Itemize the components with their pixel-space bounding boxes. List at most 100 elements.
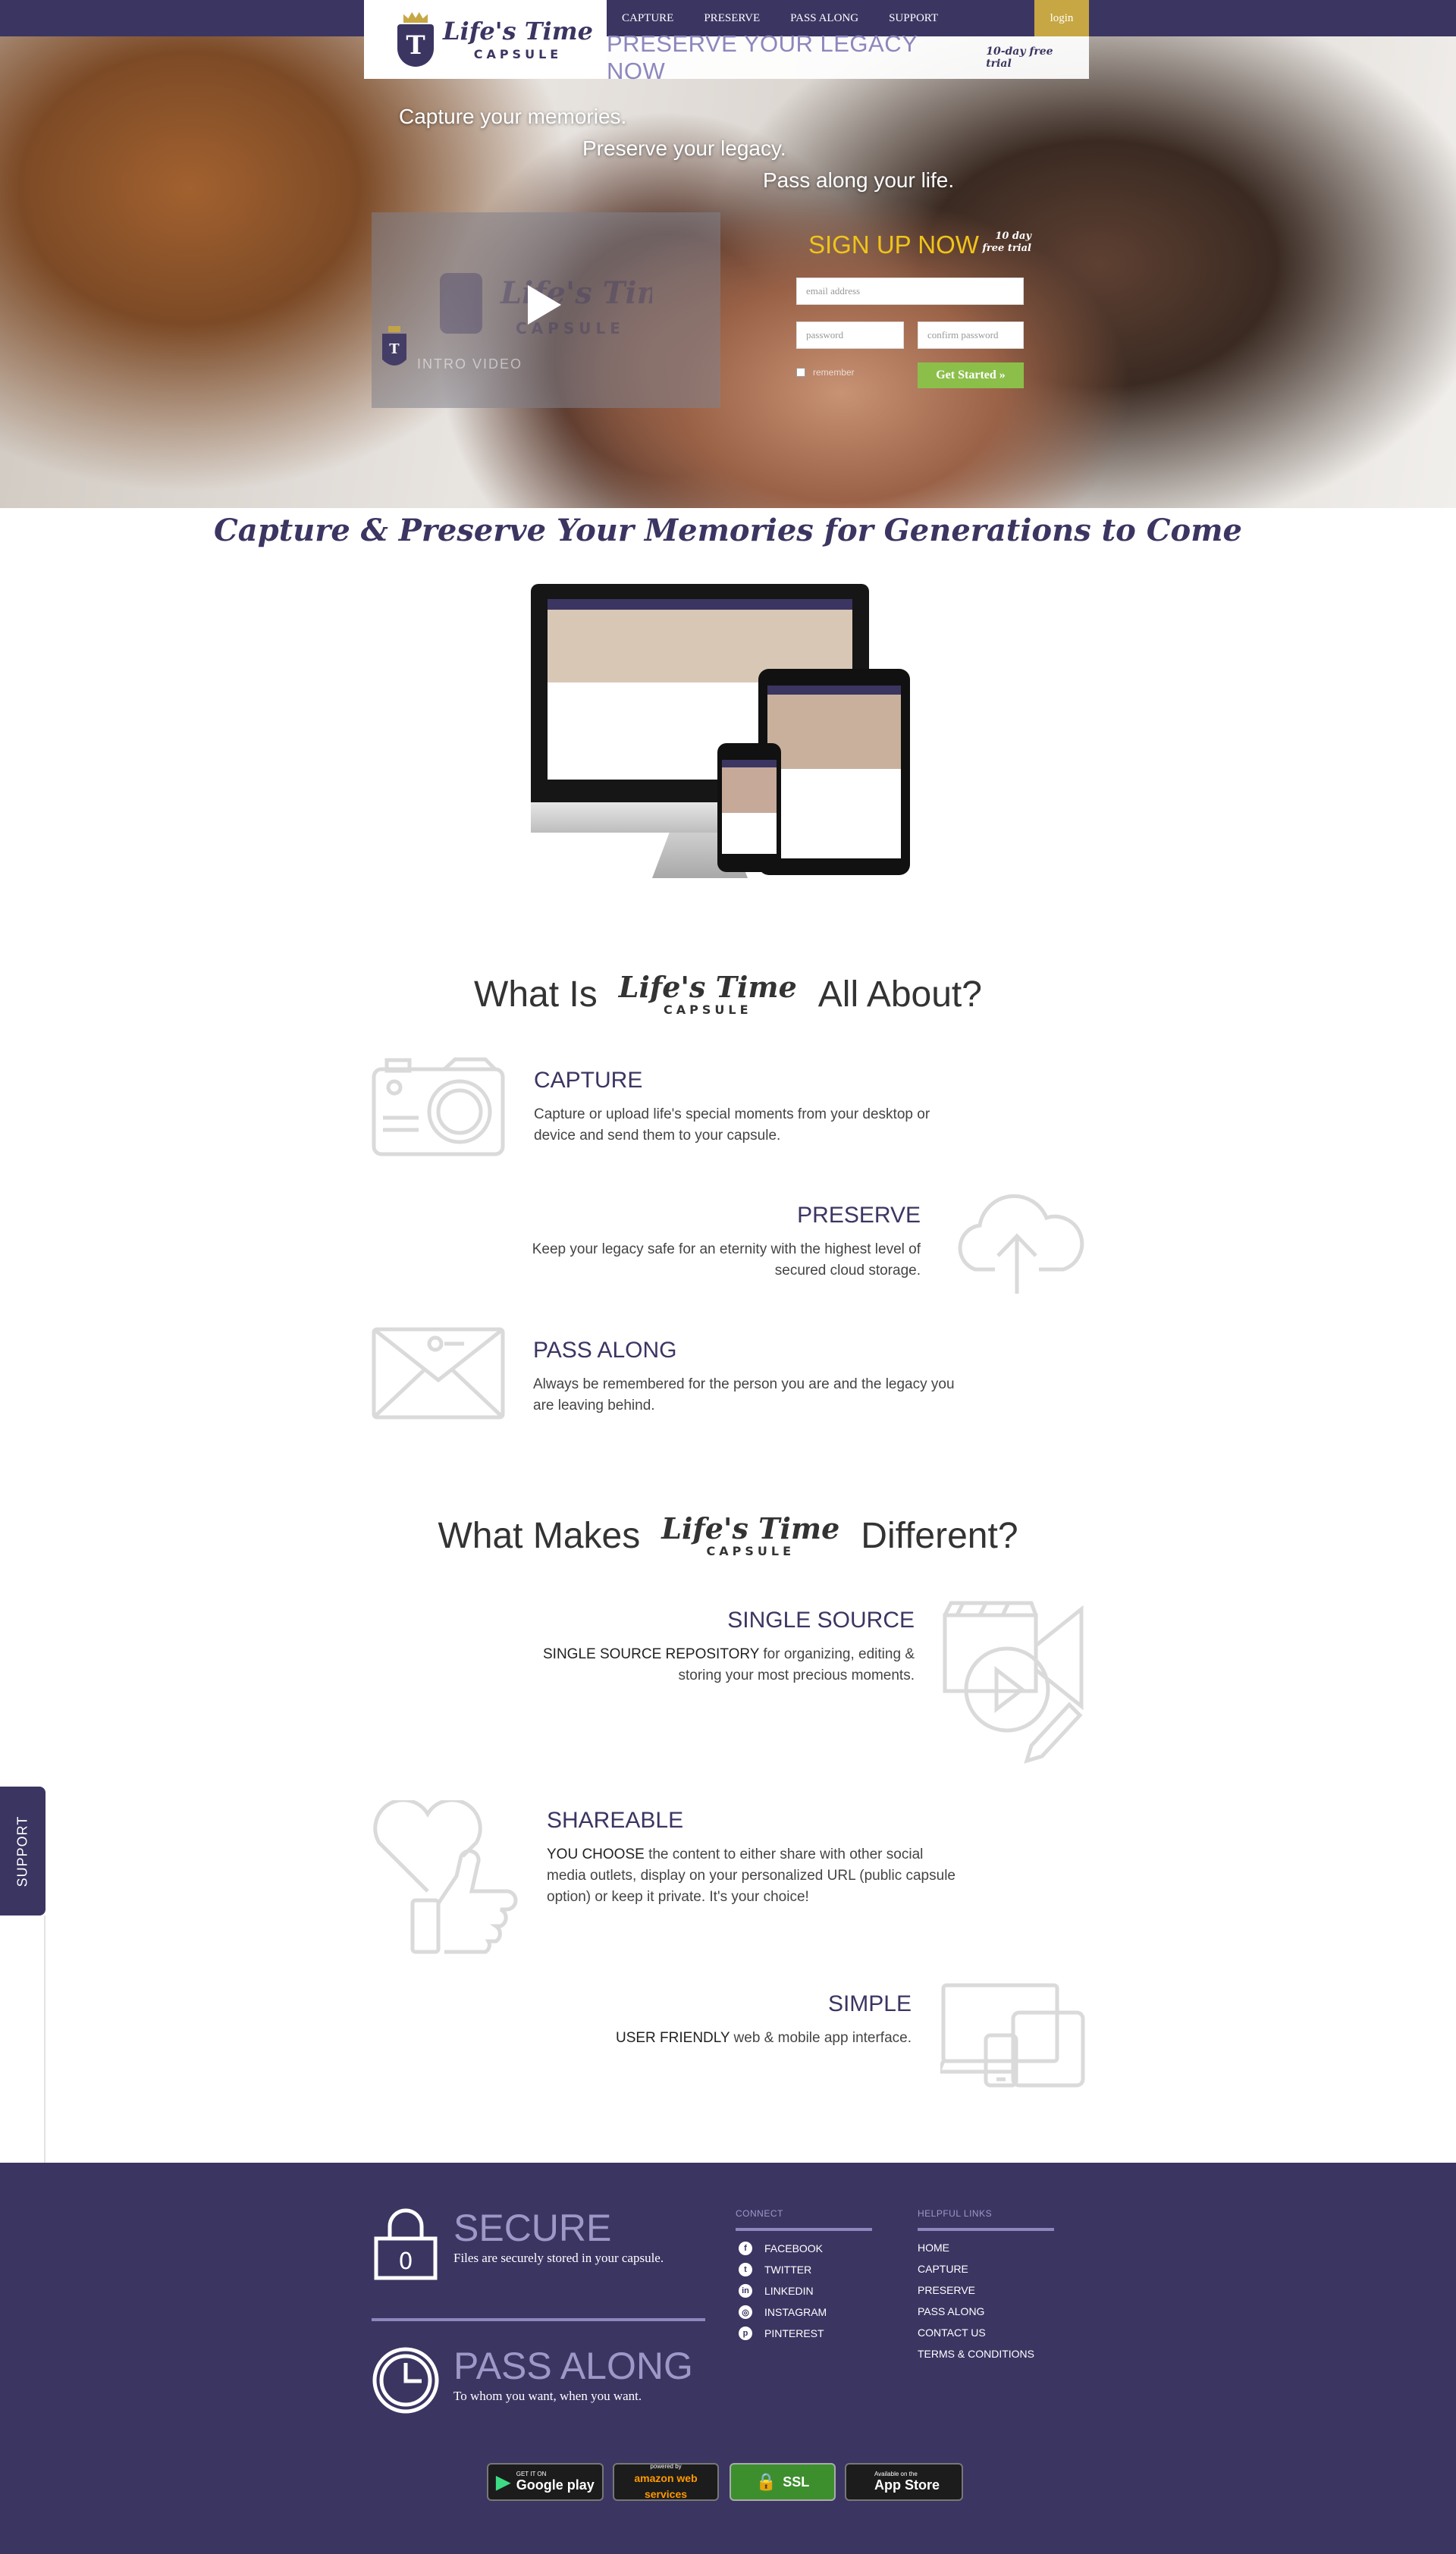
- single-source-text: SINGLE SOURCE REPOSITORY for organizing,…: [543, 1646, 915, 1683]
- instagram-link[interactable]: ◎ INSTAGRAM: [739, 2305, 827, 2319]
- feature-capture: CAPTURE Capture or upload life's special…: [534, 1068, 959, 1147]
- footer-link-capture[interactable]: CAPTURE: [918, 2263, 968, 2275]
- secure-title: SECURE: [453, 2207, 612, 2249]
- pass-along-text: Always be remembered for the person you …: [533, 1376, 955, 1413]
- google-play-badge[interactable]: ▶ GET IT ON Google play: [487, 2463, 604, 2501]
- devices-mockup-image: [523, 576, 933, 895]
- brand-logo[interactable]: T Life's Time CAPSULE: [364, 0, 607, 79]
- twitter-link[interactable]: t TWITTER: [739, 2263, 811, 2276]
- footer-divider: [372, 2318, 705, 2321]
- signup-trial-note: 10 day free trial: [982, 231, 1031, 254]
- pass-title: PASS ALONG: [453, 2345, 693, 2387]
- password-field[interactable]: password: [796, 322, 904, 349]
- page-headline: Capture & Preserve Your Memories for Gen…: [213, 513, 1243, 548]
- clock-icon: [372, 2347, 439, 2414]
- hero-family-photo: Capture your memories. Preserve your leg…: [0, 36, 1456, 508]
- play-icon[interactable]: [528, 285, 561, 325]
- capture-title: CAPTURE: [534, 1068, 643, 1093]
- cloud-upload-icon: [958, 1194, 1084, 1294]
- remember-checkbox[interactable]: remember: [796, 367, 855, 378]
- ssl-lock-icon: 🔒: [755, 2472, 777, 2491]
- footer-link-contact-us[interactable]: CONTACT US: [918, 2327, 986, 2339]
- footer-secure-block: 0 SECURE Files are securely stored in yo…: [372, 2208, 664, 2281]
- capture-text: Capture or upload life's special moments…: [534, 1106, 930, 1144]
- shareable-text: YOU CHOOSE the content to either share w…: [547, 1846, 956, 1905]
- shield-crown-icon: T: [397, 12, 434, 67]
- feature-single-source: SINGLE SOURCE SINGLE SOURCE REPOSITORY f…: [497, 1608, 915, 1686]
- footer-link-preserve[interactable]: PRESERVE: [918, 2284, 975, 2296]
- footer-pass-block: PASS ALONG To whom you want, when you wa…: [372, 2346, 693, 2414]
- secure-text: Files are securely stored in your capsul…: [453, 2251, 664, 2265]
- feature-simple: SIMPLE USER FRIENDLY web & mobile app in…: [497, 1991, 912, 2049]
- confirm-password-field[interactable]: confirm password: [918, 322, 1024, 349]
- login-button[interactable]: login: [1034, 0, 1089, 36]
- heart-thumbs-up-icon: [373, 1800, 518, 1954]
- legacy-trial-note: 10-day free trial: [986, 45, 1053, 70]
- brand-script-text: Life's Time: [443, 16, 593, 45]
- signup-form: SIGN UP NOW 10 day free trial email addr…: [789, 231, 1031, 388]
- connect-title: CONNECT: [736, 2208, 783, 2219]
- svg-text:0: 0: [398, 2248, 413, 2275]
- facebook-link[interactable]: f FACEBOOK: [739, 2242, 823, 2255]
- footer-link-terms[interactable]: TERMS & CONDITIONS: [918, 2348, 1034, 2360]
- camera-icon: [372, 1057, 505, 1156]
- instagram-icon: ◎: [739, 2305, 752, 2319]
- linkedin-icon: in: [739, 2284, 752, 2298]
- svg-text:T: T: [389, 341, 400, 357]
- single-source-title: SINGLE SOURCE: [727, 1608, 915, 1633]
- feature-shareable: SHAREABLE YOU CHOOSE the content to eith…: [547, 1808, 961, 1908]
- pass-text: To whom you want, when you want.: [453, 2389, 642, 2403]
- footer-link-home[interactable]: HOME: [918, 2242, 949, 2254]
- pass-along-title: PASS ALONG: [533, 1338, 677, 1363]
- nav-support[interactable]: SUPPORT: [889, 12, 938, 25]
- preserve-title: PRESERVE: [797, 1203, 921, 1228]
- signup-title: SIGN UP NOW: [808, 231, 979, 259]
- footer: 0 SECURE Files are securely stored in yo…: [0, 2163, 1456, 2554]
- remember-label: remember: [813, 367, 855, 378]
- devices-icon: [940, 1983, 1085, 2088]
- twitter-icon: t: [739, 2263, 752, 2276]
- email-field[interactable]: email address: [796, 278, 1024, 305]
- nav-pass-along[interactable]: PASS ALONG: [790, 12, 858, 25]
- feature-preserve: PRESERVE Keep your legacy safe for an et…: [497, 1203, 921, 1282]
- different-heading: What Makes Life's Time CAPSULE Different…: [438, 1511, 1018, 1559]
- nav-preserve[interactable]: PRESERVE: [704, 12, 760, 25]
- pinterest-link[interactable]: p PINTEREST: [739, 2327, 824, 2340]
- inline-brand-logo-2: Life's Time CAPSULE: [661, 1511, 840, 1559]
- hero-tagline-1: Capture your memories.: [399, 105, 627, 128]
- footer-link-pass-along[interactable]: PASS ALONG: [918, 2305, 984, 2317]
- linkedin-link[interactable]: in LINKEDIN: [739, 2284, 814, 2298]
- legacy-banner: PRESERVE YOUR LEGACY NOW 10-day free tri…: [607, 30, 1089, 84]
- media-edit-icon: [943, 1601, 1084, 1764]
- simple-text: USER FRIENDLY web & mobile app interface…: [615, 2030, 912, 2046]
- legacy-title: PRESERVE YOUR LEGACY NOW: [607, 30, 918, 84]
- preserve-text: Keep your legacy safe for an eternity wi…: [532, 1241, 921, 1279]
- nav-capture[interactable]: CAPTURE: [622, 12, 673, 25]
- google-play-icon: ▶: [496, 2471, 510, 2493]
- simple-title: SIMPLE: [827, 1991, 912, 2016]
- svg-text:Life's Time: Life's Time: [500, 275, 652, 311]
- shareable-title: SHAREABLE: [547, 1808, 684, 1833]
- mini-shield-icon: T: [382, 326, 406, 366]
- inline-brand-logo: Life's Time CAPSULE: [618, 970, 797, 1018]
- connect-divider: [736, 2228, 872, 2231]
- video-caption: INTRO VIDEO: [417, 356, 523, 372]
- facebook-icon: f: [739, 2242, 752, 2255]
- hero-tagline-2: Preserve your legacy.: [582, 136, 786, 160]
- about-heading: What Is Life's Time CAPSULE All About?: [474, 970, 982, 1018]
- intro-video-player[interactable]: Life's Time CAPSULE T INTRO VIDEO: [372, 212, 720, 408]
- hero-tagline-3: Pass along your life.: [763, 168, 955, 192]
- aws-badge[interactable]: powered by amazon web services: [613, 2463, 719, 2501]
- get-started-button[interactable]: Get Started »: [918, 362, 1024, 388]
- feature-pass-along: PASS ALONG Always be remembered for the …: [533, 1338, 958, 1417]
- app-store-badge[interactable]: Available on the App Store: [845, 2463, 963, 2501]
- envelope-icon: [372, 1327, 505, 1420]
- pinterest-icon: p: [739, 2327, 752, 2340]
- helpful-links-title: HELPFUL LINKS: [918, 2208, 993, 2219]
- ssl-badge[interactable]: 🔒 SSL: [730, 2463, 836, 2501]
- lock-icon: 0: [374, 2208, 438, 2280]
- brand-caps-text: CAPSULE: [473, 46, 563, 61]
- helpful-links-divider: [918, 2228, 1054, 2231]
- checkbox-icon[interactable]: [796, 368, 805, 377]
- support-side-tab[interactable]: SUPPORT: [0, 1787, 46, 1916]
